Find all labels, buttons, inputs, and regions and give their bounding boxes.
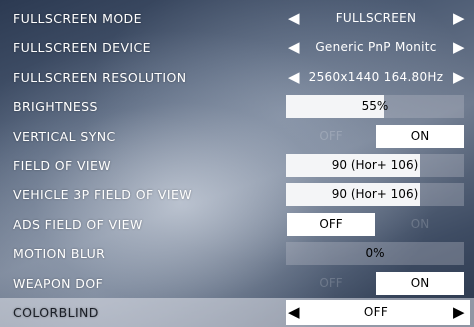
vehicle-fov-slider[interactable]: 90 (Hor+ 106) [286,183,464,207]
weapon-dof-on-option[interactable]: ON [376,271,464,295]
setting-row-vertical-sync[interactable]: VERTICAL SYNC OFF ON [0,122,474,151]
setting-label: MOTION BLUR [13,246,106,262]
video-settings-panel: FULLSCREEN MODE ◀ FULLSCREEN ▶ FULLSCREE… [0,4,474,327]
setting-label: FIELD OF VIEW [13,157,112,173]
setting-row-vehicle-3p-fov[interactable]: VEHICLE 3P FIELD OF VIEW 90 (Hor+ 106) [0,180,474,209]
setting-row-motion-blur[interactable]: MOTION BLUR 0% [0,239,474,268]
colorblind-value: OFF [363,304,389,319]
fullscreen-device-value: Generic PnP Monitc [315,40,437,55]
setting-row-brightness[interactable]: BRIGHTNESS 55% [0,92,474,121]
chevron-right-icon[interactable]: ▶ [453,33,465,62]
setting-row-fullscreen-mode[interactable]: FULLSCREEN MODE ◀ FULLSCREEN ▶ [0,4,474,33]
vehicle-fov-value: 90 (Hor+ 106) [331,187,419,202]
setting-label: VEHICLE 3P FIELD OF VIEW [13,187,192,203]
setting-row-colorblind[interactable]: COLORBLIND ◀ OFF ▶ [0,297,474,327]
setting-row-fullscreen-device[interactable]: FULLSCREEN DEVICE ◀ Generic PnP Monitc ▶ [0,33,474,62]
vsync-on-option[interactable]: ON [376,124,464,148]
chevron-right-icon[interactable]: ▶ [453,298,465,327]
setting-label: FULLSCREEN RESOLUTION [13,69,187,85]
fullscreen-resolution-value: 2560x1440 164.80Hz [308,69,444,84]
setting-label: BRIGHTNESS [13,99,98,115]
setting-label: ADS FIELD OF VIEW [13,216,143,232]
setting-label: FULLSCREEN MODE [13,11,142,26]
chevron-left-icon[interactable]: ◀ [288,63,300,92]
ads-fov-off-option[interactable]: OFF [287,212,375,236]
chevron-left-icon[interactable]: ◀ [288,298,300,327]
chevron-left-icon[interactable]: ◀ [288,4,300,33]
setting-label: COLORBLIND [13,304,99,320]
brightness-slider[interactable]: 55% [286,95,464,119]
chevron-right-icon[interactable]: ▶ [453,63,465,92]
setting-label: WEAPON DOF [13,275,104,291]
motion-blur-value: 0% [365,246,385,261]
vsync-off-option[interactable]: OFF [287,125,375,148]
chevron-right-icon[interactable]: ▶ [453,4,465,33]
brightness-value: 55% [361,99,389,114]
setting-row-weapon-dof[interactable]: WEAPON DOF OFF ON [0,269,474,298]
chevron-left-icon[interactable]: ◀ [288,33,300,62]
fov-value: 90 (Hor+ 106) [331,157,419,172]
setting-row-field-of-view[interactable]: FIELD OF VIEW 90 (Hor+ 106) [0,151,474,180]
motion-blur-slider[interactable]: 0% [286,242,464,266]
setting-row-ads-fov[interactable]: ADS FIELD OF VIEW OFF ON [0,210,474,239]
setting-label: VERTICAL SYNC [13,128,116,144]
fov-slider[interactable]: 90 (Hor+ 106) [286,153,464,177]
fullscreen-mode-value: FULLSCREEN [335,11,417,25]
weapon-dof-off-option[interactable]: OFF [287,272,375,295]
setting-row-fullscreen-resolution[interactable]: FULLSCREEN RESOLUTION ◀ 2560x1440 164.80… [0,63,474,92]
ads-fov-on-option[interactable]: ON [376,213,464,236]
setting-label: FULLSCREEN DEVICE [13,40,151,56]
